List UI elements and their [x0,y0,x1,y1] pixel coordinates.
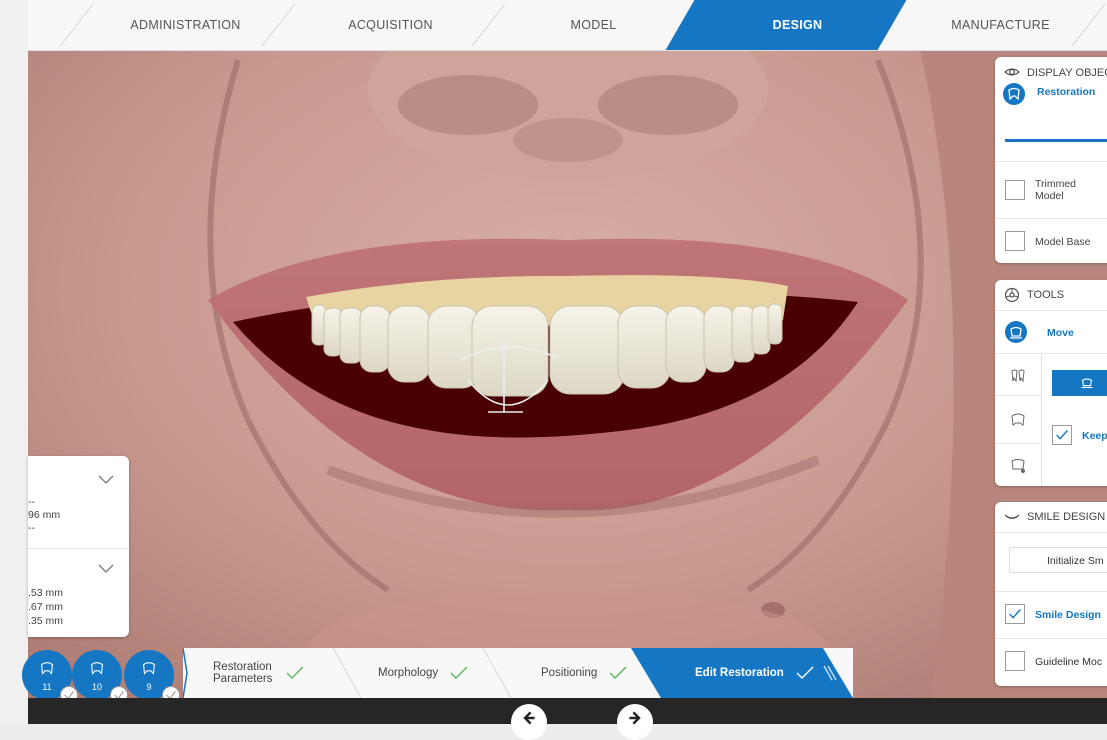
nav-separator [59,4,94,46]
tools-header: TOOLS [995,280,1107,311]
smile-design-checkbox[interactable] [1005,604,1025,624]
wizard-step-edit-restoration[interactable]: Edit Restoration [695,648,838,698]
positioning-label: Positioning [541,667,598,679]
checkmark-icon [609,666,627,679]
morphology-label: Morphology [378,667,439,679]
tooth-icon [143,662,155,675]
move-tool-icon [1005,321,1027,343]
model-base-row[interactable]: Model Base [995,219,1107,263]
restoration-row[interactable]: Restoration [995,83,1107,113]
wizard-step-morphology[interactable]: Morphology [378,648,468,698]
restoration-parameters-label-1: Restoration [213,661,272,673]
guideline-checkbox[interactable] [1005,651,1025,671]
tooth-button-11[interactable]: 11 [22,650,78,704]
tooth-icon [41,662,53,675]
previous-button[interactable] [511,704,547,740]
move-mode-button[interactable] [1052,370,1107,396]
checkmark-icon [450,666,468,679]
3d-viewport[interactable] [28,0,1107,724]
restoration-parameters-label-2: Parameters [213,673,273,685]
guideline-row[interactable]: Guideline Moc [995,639,1107,685]
move-tool-label: Move [1047,327,1074,339]
slider-track [1005,139,1107,142]
teeth-group-icon[interactable] [1009,367,1027,385]
model-base-checkbox[interactable] [1005,231,1025,251]
display-objects-header: DISPLAY OBJEC [995,57,1107,83]
model-base-label: Model Base [1035,236,1091,248]
trimmed-model-label-1: Trimmed [1035,178,1077,190]
measurement-2-line-2: .67 mm [28,601,64,613]
initialize-smile-design-button[interactable]: Initialize Sm [1009,547,1107,573]
trimmed-model-row[interactable]: Trimmed Model [995,162,1107,219]
tooth-outline-icon[interactable] [1009,411,1027,429]
bottom-toolbar [28,698,1107,724]
tooth-icon [91,662,103,675]
tab-administration[interactable]: ADMINISTRATION [103,0,268,50]
tab-model[interactable]: MODEL [511,0,676,50]
trimmed-model-label-2: Model [1035,190,1064,202]
smile-design-row[interactable]: Smile Design [995,592,1107,639]
keep-label: Keep [1082,430,1107,442]
measurement-2-line-3: .35 mm [28,615,64,627]
tooth-button-10[interactable]: 10 [72,650,128,704]
smile-design-header: SMILE DESIGN [995,502,1107,533]
nav-separator [471,4,506,46]
next-button[interactable] [617,704,653,740]
move-mode-icon [1081,378,1093,389]
move-tool-row[interactable]: Move [995,311,1107,354]
left-edge-strip [0,0,28,724]
wizard-steps: Restoration Parameters Morphology Positi… [183,648,853,698]
smile-design-panel: SMILE DESIGN Initialize Sm Smile Design … [995,502,1107,686]
tooth-button-9[interactable]: 9 [124,650,180,704]
smile-icon [1004,514,1020,519]
measurement-section-2: .53 mm .67 mm .35 mm [28,586,63,628]
tab-design[interactable]: DESIGN [715,0,880,50]
restoration-icon [1003,83,1025,105]
measurement-2-line-1: .53 mm [28,587,64,599]
keep-checkbox[interactable] [1052,425,1072,445]
tab-manufacture[interactable]: MANUFACTURE [918,0,1083,50]
tools-wheel-icon [1004,287,1020,303]
tooth-scale-icon[interactable] [1009,457,1027,475]
eye-icon [1004,68,1020,76]
measurement-1-line-2: 96 mm [28,509,61,521]
chevron-down-icon[interactable] [98,475,114,485]
tools-panel: TOOLS Move Keep [995,280,1107,486]
tab-acquisition[interactable]: ACQUISITION [308,0,473,50]
restoration-slider[interactable] [995,113,1107,162]
measurement-1-line-1: -- [28,496,35,508]
measurement-1-line-3: -- [28,522,35,534]
measurement-panel: -- 96 mm -- .53 mm .67 mm .35 mm [28,456,129,637]
workflow-nav: ADMINISTRATION ACQUISITION MODEL DESIGN … [28,0,1107,51]
guideline-label: Guideline Moc [1035,656,1103,668]
wizard-step-restoration-parameters[interactable]: Restoration Parameters [213,648,304,698]
tools-title: TOOLS [1027,289,1065,301]
trimmed-model-checkbox[interactable] [1005,180,1025,200]
initialize-row: Initialize Sm [995,533,1107,592]
checkmark-icon [796,666,814,679]
checkmark-icon [286,666,304,679]
display-objects-title: DISPLAY OBJEC [1027,67,1107,79]
tool-icon-column [995,353,1042,486]
smile-design-title: SMILE DESIGN [1027,511,1106,523]
display-objects-panel: DISPLAY OBJEC Restoration Trimmed Model … [995,57,1107,263]
restoration-label: Restoration [1037,86,1096,98]
smile-design-label: Smile Design [1035,609,1101,621]
measurement-section-1: -- 96 mm -- [28,496,60,535]
wizard-step-positioning[interactable]: Positioning [541,648,627,698]
chevron-down-icon[interactable] [98,564,114,574]
edit-restoration-label: Edit Restoration [695,667,784,679]
stripes-icon [823,665,837,681]
